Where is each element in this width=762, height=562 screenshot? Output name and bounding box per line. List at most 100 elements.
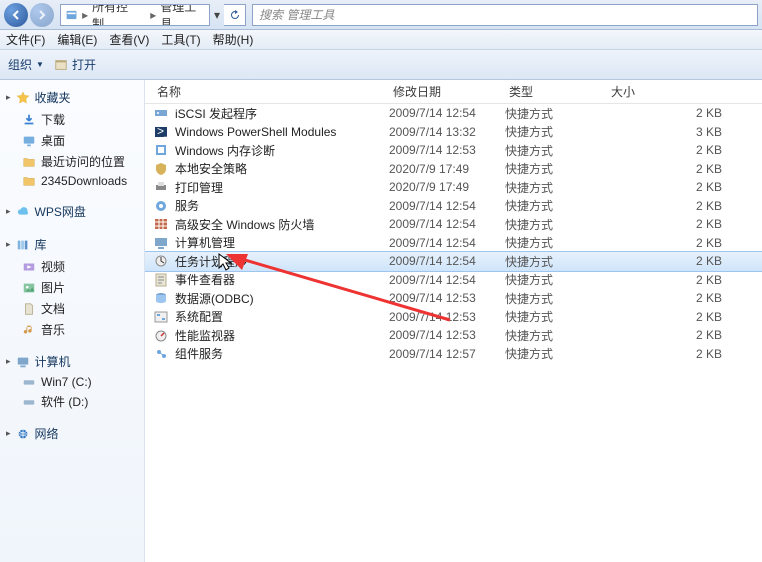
folder-icon <box>22 174 36 188</box>
sidebar-wps[interactable]: ▸ WPS网盘 <box>4 200 140 223</box>
menu-help[interactable]: 帮助(H) <box>213 31 254 48</box>
breadcrumb[interactable]: ▸ 所有控制... ▸ 管理工具 <box>60 4 210 26</box>
file-row[interactable]: 高级安全 Windows 防火墙2009/7/14 12:54快捷方式2 KB <box>145 215 762 234</box>
search-placeholder: 搜索 管理工具 <box>259 6 334 23</box>
file-size: 2 KB <box>607 143 762 157</box>
column-date[interactable]: 修改日期 <box>389 83 505 100</box>
sidebar-item-music[interactable]: 音乐 <box>4 319 140 340</box>
file-icon <box>153 346 169 362</box>
sidebar-computer[interactable]: ▸ 计算机 <box>4 350 140 373</box>
address-bar: ▸ 所有控制... ▸ 管理工具 ▾ 搜索 管理工具 <box>0 0 762 30</box>
menu-edit[interactable]: 编辑(E) <box>57 31 97 48</box>
file-icon: >_ <box>153 124 169 140</box>
toolbar: 组织 ▼ 打开 <box>0 50 762 80</box>
column-headers: 名称 修改日期 类型 大小 <box>145 80 762 104</box>
menu-tools[interactable]: 工具(T) <box>161 31 200 48</box>
file-name: Windows PowerShell Modules <box>175 125 389 139</box>
file-type: 快捷方式 <box>505 216 607 233</box>
file-row[interactable]: 性能监视器2009/7/14 12:53快捷方式2 KB <box>145 326 762 345</box>
search-input[interactable]: 搜索 管理工具 <box>252 4 758 26</box>
sidebar-item-desktop[interactable]: 桌面 <box>4 130 140 151</box>
forward-button[interactable] <box>30 3 54 27</box>
file-name: 组件服务 <box>175 345 389 362</box>
file-icon <box>153 327 169 343</box>
sidebar-item-recent[interactable]: 最近访问的位置 <box>4 151 140 172</box>
sidebar-item-pictures[interactable]: 图片 <box>4 277 140 298</box>
refresh-button[interactable] <box>224 4 246 26</box>
drive-icon <box>22 375 36 389</box>
file-type: 快捷方式 <box>505 308 607 325</box>
sidebar-item-downloads[interactable]: 下载 <box>4 109 140 130</box>
video-icon <box>22 260 36 274</box>
file-row[interactable]: iSCSI 发起程序2009/7/14 12:54快捷方式2 KB <box>145 104 762 123</box>
column-size[interactable]: 大小 <box>607 83 762 100</box>
file-icon <box>153 253 169 269</box>
file-row[interactable]: 服务2009/7/14 12:54快捷方式2 KB <box>145 197 762 216</box>
sidebar-item-videos[interactable]: 视频 <box>4 256 140 277</box>
file-date: 2009/7/14 12:57 <box>389 347 505 361</box>
sidebar-libraries[interactable]: ▸ 库 <box>4 233 140 256</box>
file-size: 2 KB <box>607 254 762 268</box>
file-name: 数据源(ODBC) <box>175 290 389 307</box>
open-button[interactable]: 打开 <box>54 56 96 73</box>
caret-icon: ▸ <box>6 356 11 367</box>
column-name[interactable]: 名称 <box>153 83 389 100</box>
breadcrumb-segment[interactable]: 管理工具 <box>160 4 205 26</box>
file-row[interactable]: 本地安全策略2020/7/9 17:49快捷方式2 KB <box>145 160 762 179</box>
sidebar-item-drive-c[interactable]: Win7 (C:) <box>4 373 140 391</box>
file-name: 系统配置 <box>175 308 389 325</box>
file-row[interactable]: 组件服务2009/7/14 12:57快捷方式2 KB <box>145 345 762 364</box>
music-icon <box>22 323 36 337</box>
file-size: 2 KB <box>607 236 762 250</box>
file-date: 2009/7/14 12:53 <box>389 291 505 305</box>
star-icon <box>16 91 30 105</box>
file-row[interactable]: 打印管理2020/7/9 17:49快捷方式2 KB <box>145 178 762 197</box>
organize-button[interactable]: 组织 ▼ <box>8 56 44 73</box>
chevron-right-icon: ▸ <box>82 8 88 22</box>
file-size: 2 KB <box>607 347 762 361</box>
favorites-label: 收藏夹 <box>35 89 71 106</box>
file-date: 2009/7/14 13:32 <box>389 125 505 139</box>
breadcrumb-segment[interactable]: 所有控制... <box>92 4 146 26</box>
menu-view[interactable]: 查看(V) <box>109 31 149 48</box>
file-row[interactable]: 任务计划程序2009/7/14 12:54快捷方式2 KB <box>145 252 762 271</box>
file-date: 2009/7/14 12:54 <box>389 199 505 213</box>
file-type: 快捷方式 <box>505 123 607 140</box>
file-size: 2 KB <box>607 328 762 342</box>
file-name: 本地安全策略 <box>175 160 389 177</box>
cloud-icon <box>16 205 30 219</box>
file-size: 2 KB <box>607 162 762 176</box>
column-type[interactable]: 类型 <box>505 83 607 100</box>
breadcrumb-dropdown[interactable]: ▾ <box>210 0 224 29</box>
file-name: iSCSI 发起程序 <box>175 105 389 122</box>
file-name: Windows 内存诊断 <box>175 142 389 159</box>
file-row[interactable]: 计算机管理2009/7/14 12:54快捷方式2 KB <box>145 234 762 253</box>
sidebar-network[interactable]: ▸ 网络 <box>4 422 140 445</box>
file-row[interactable]: Windows 内存诊断2009/7/14 12:53快捷方式2 KB <box>145 141 762 160</box>
file-size: 2 KB <box>607 106 762 120</box>
file-name: 服务 <box>175 197 389 214</box>
file-type: 快捷方式 <box>505 179 607 196</box>
file-name: 高级安全 Windows 防火墙 <box>175 216 389 233</box>
caret-icon: ▸ <box>6 92 11 103</box>
file-row[interactable]: 数据源(ODBC)2009/7/14 12:53快捷方式2 KB <box>145 289 762 308</box>
document-icon <box>22 302 36 316</box>
sidebar-favorites[interactable]: ▸ 收藏夹 <box>4 86 140 109</box>
file-date: 2009/7/14 12:54 <box>389 106 505 120</box>
file-row[interactable]: >_ Windows PowerShell Modules2009/7/14 13… <box>145 123 762 142</box>
file-icon <box>153 142 169 158</box>
file-name: 打印管理 <box>175 179 389 196</box>
file-row[interactable]: 事件查看器2009/7/14 12:54快捷方式2 KB <box>145 271 762 290</box>
file-type: 快捷方式 <box>505 105 607 122</box>
svg-text:>_: >_ <box>157 124 169 138</box>
back-button[interactable] <box>4 3 28 27</box>
sidebar-item-2345[interactable]: 2345Downloads <box>4 172 140 190</box>
file-name: 任务计划程序 <box>175 253 389 270</box>
sidebar-item-drive-d[interactable]: 软件 (D:) <box>4 391 140 412</box>
sidebar-item-documents[interactable]: 文档 <box>4 298 140 319</box>
caret-icon: ▸ <box>6 428 11 439</box>
file-size: 2 KB <box>607 291 762 305</box>
menu-file[interactable]: 文件(F) <box>6 31 45 48</box>
file-size: 2 KB <box>607 273 762 287</box>
file-row[interactable]: 系统配置2009/7/14 12:53快捷方式2 KB <box>145 308 762 327</box>
